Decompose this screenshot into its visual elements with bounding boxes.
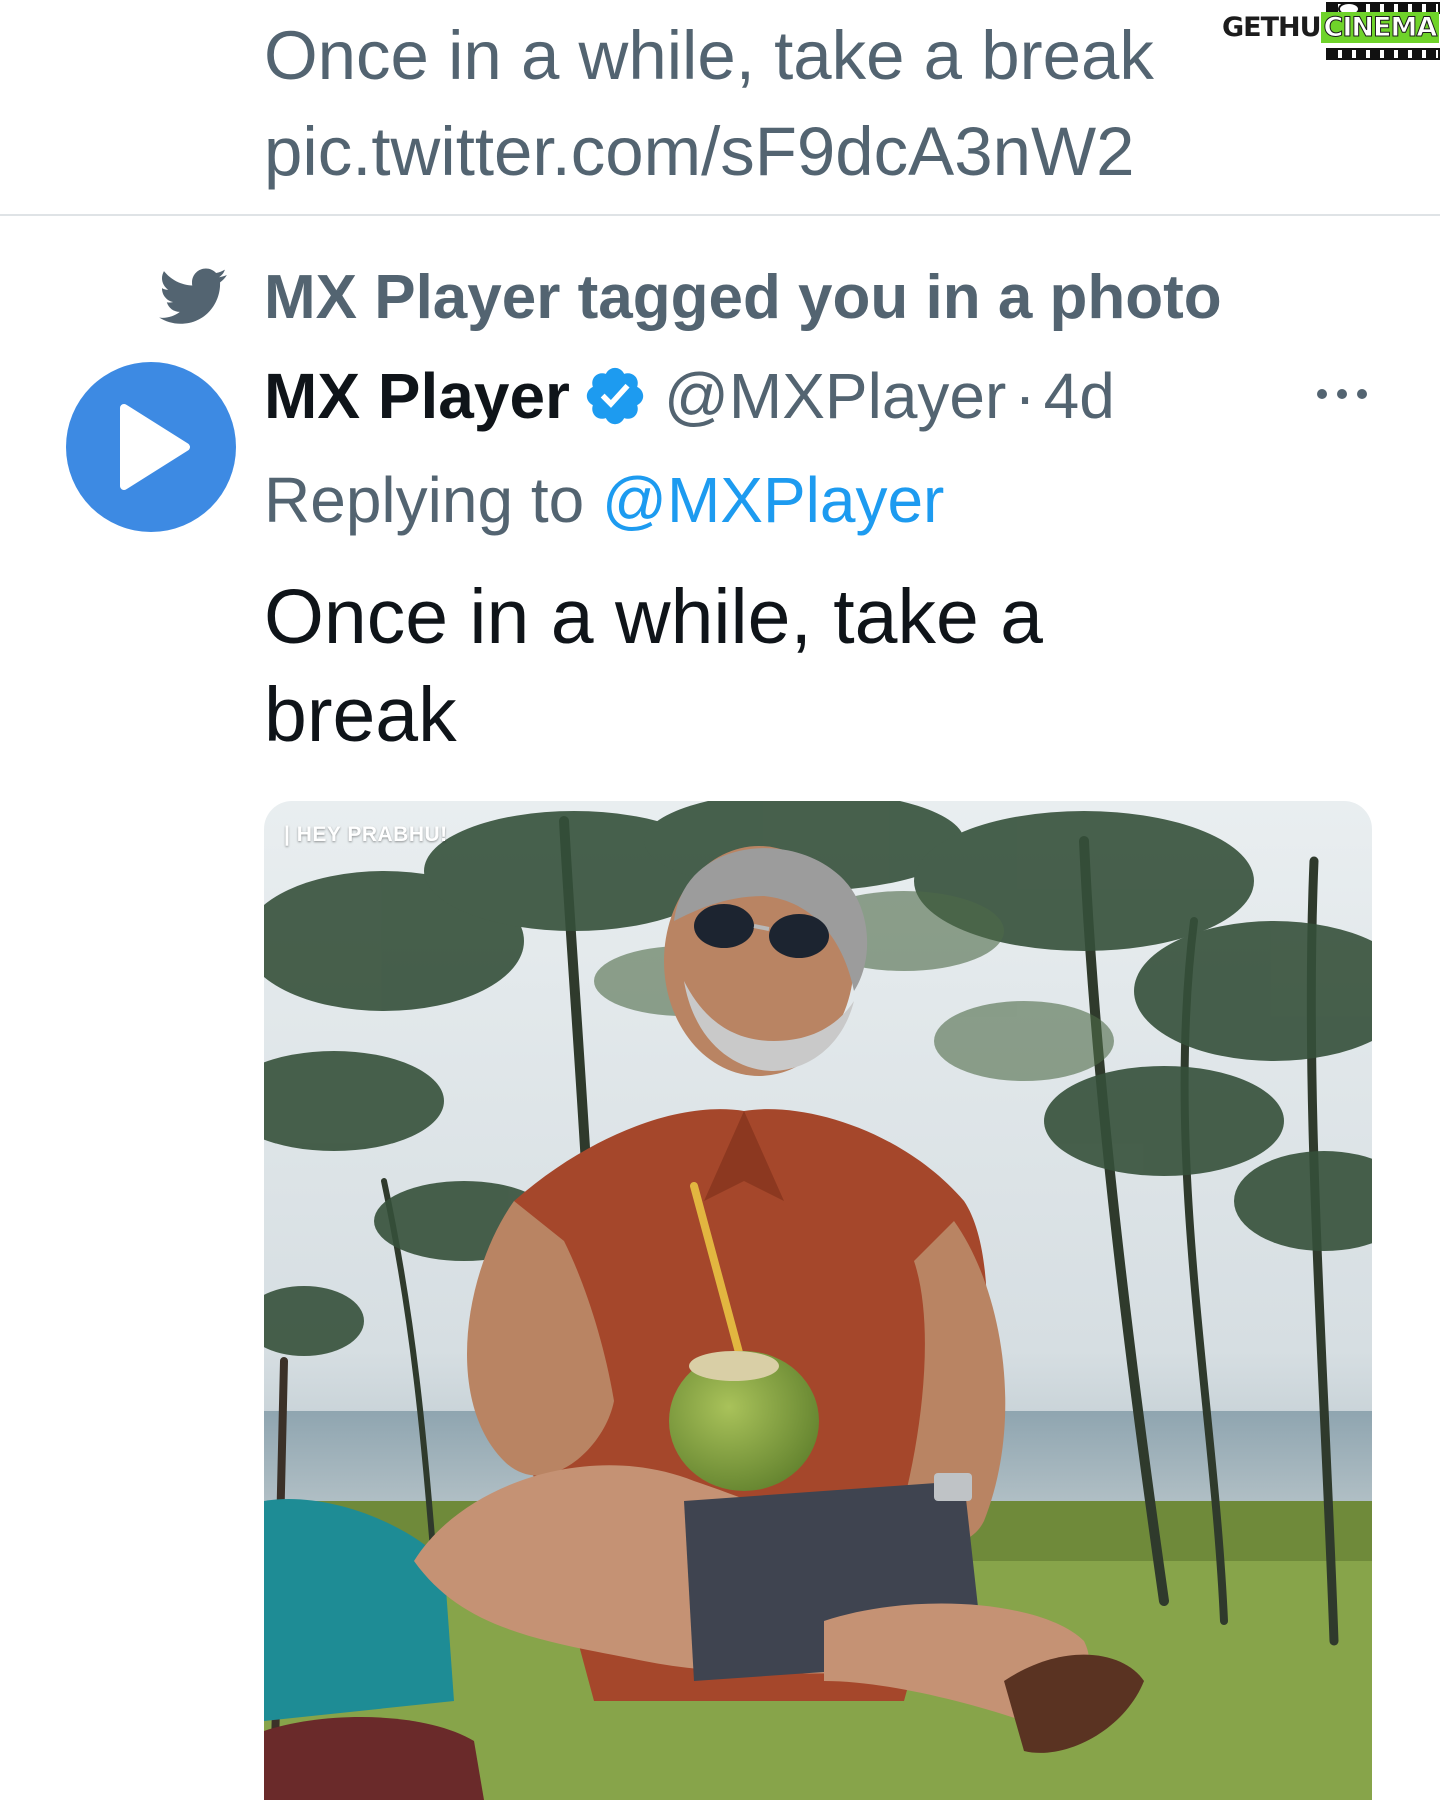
watermark-text: GETHU CINEMA [1222, 12, 1440, 44]
watermark-part-2: CINEMA [1320, 12, 1440, 44]
replying-handle-link[interactable]: @MXPlayer [602, 464, 944, 536]
watermark-part-1: GETHU [1222, 12, 1322, 43]
previous-tweet-line: Once in a while, take a break [264, 17, 1154, 94]
tweet-text: Once in a while, take a break [264, 568, 1224, 764]
notification-text[interactable]: MX Player tagged you in a photo [264, 258, 1222, 338]
separator-dot: · [1014, 360, 1036, 432]
previous-tweet-link[interactable]: pic.twitter.com/sF9dcA3nW2 [264, 104, 1304, 200]
tweet-text-line: Once in a while, take a [264, 574, 1043, 660]
tweet-header: MX Player @MXPlayer · 4d [264, 356, 1115, 436]
play-icon [120, 404, 190, 490]
replying-to: Replying to @MXPlayer [264, 458, 944, 542]
avatar[interactable] [66, 362, 236, 532]
author-name[interactable]: MX Player [264, 359, 570, 433]
watermark-logo: GETHU CINEMA [1222, 2, 1440, 60]
tweet-time[interactable]: 4d [1044, 359, 1115, 433]
tweet-text-line: break [264, 672, 457, 758]
film-strip-bottom [1326, 48, 1440, 60]
replying-prefix: Replying to [264, 464, 602, 536]
twitter-bird-icon [159, 268, 227, 324]
photo-label: | HEY PRABHU! [284, 823, 448, 846]
more-options-icon[interactable] [1310, 372, 1374, 416]
tweet-photo[interactable]: | HEY PRABHU! [264, 801, 1372, 1800]
tweet-divider [0, 214, 1440, 216]
previous-tweet-text: Once in a while, take a break pic.twitte… [264, 8, 1304, 200]
author-handle[interactable]: @MXPlayer [664, 359, 1006, 433]
verified-badge-icon [586, 367, 644, 425]
photo-illustration [264, 801, 1372, 1800]
